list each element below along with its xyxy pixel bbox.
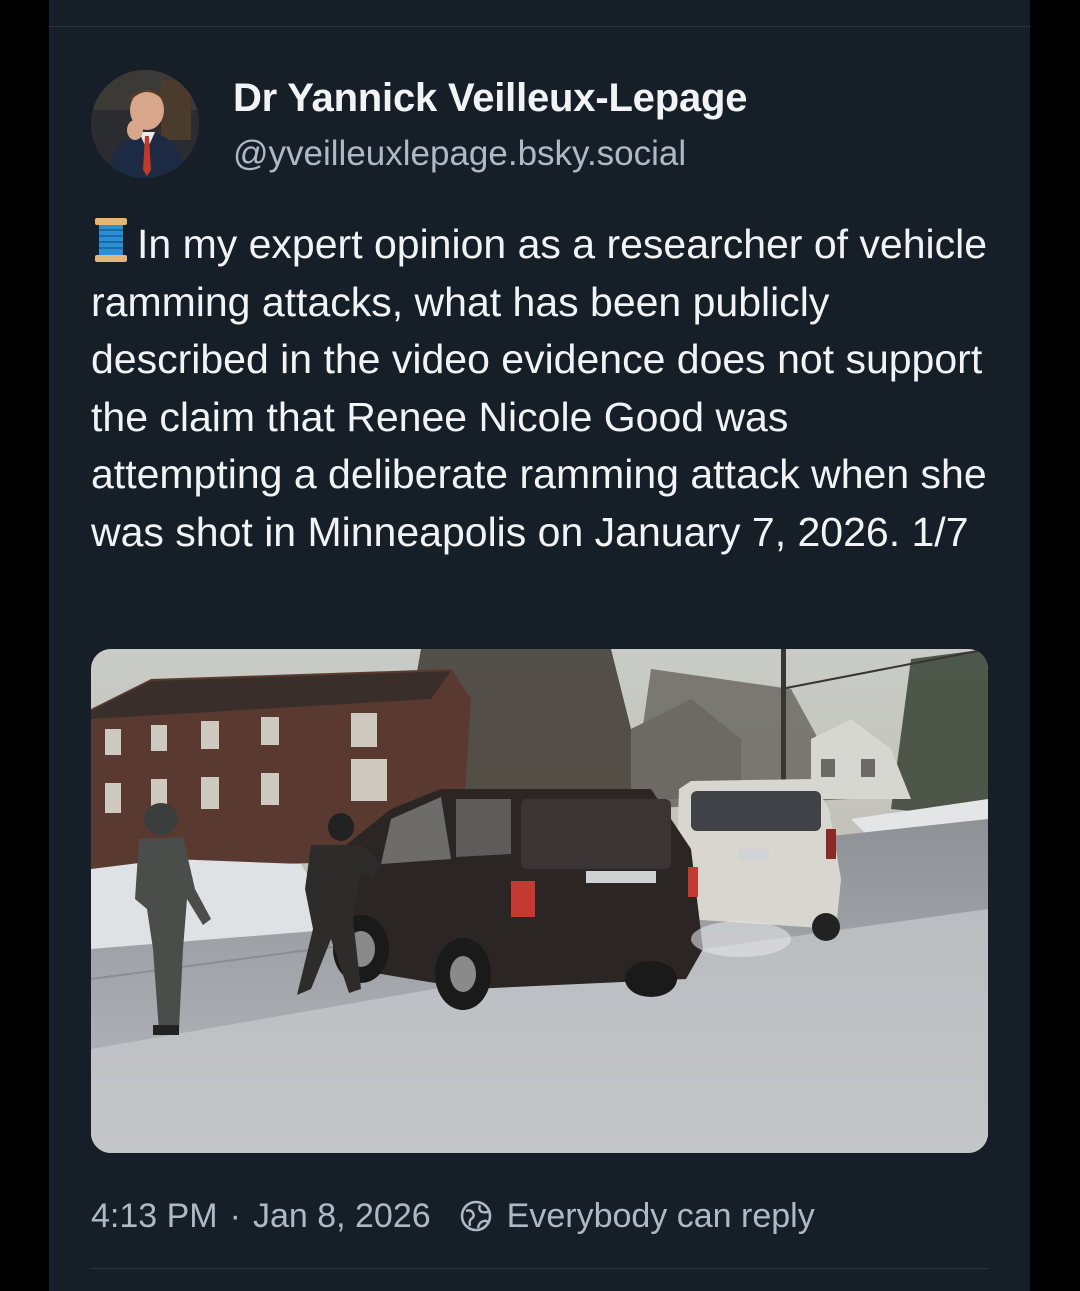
post-body: In my expert opinion as a researcher of … (91, 216, 991, 561)
avatar[interactable] (91, 70, 199, 178)
top-divider (49, 26, 1030, 27)
bottom-divider (91, 1268, 988, 1269)
globe-icon (459, 1199, 493, 1233)
post-time[interactable]: 4:13 PM (91, 1197, 218, 1236)
spool-of-thread-icon (91, 216, 131, 264)
street-scene-image (91, 649, 988, 1153)
post-card: Dr Yannick Veilleux-Lepage @yveilleuxlep… (49, 0, 1030, 1291)
author-handle[interactable]: @yveilleuxlepage.bsky.social (233, 134, 686, 174)
avatar-image (91, 70, 199, 178)
post-text: In my expert opinion as a researcher of … (91, 221, 988, 555)
reply-setting[interactable]: Everybody can reply (507, 1197, 815, 1236)
author-display-name[interactable]: Dr Yannick Veilleux-Lepage (233, 76, 747, 121)
post-image[interactable] (91, 649, 988, 1153)
post-date[interactable]: Jan 8, 2026 (253, 1197, 431, 1236)
meta-separator: · (229, 1196, 241, 1235)
post-meta: 4:13 PM · Jan 8, 2026 Everybody can repl… (91, 1196, 815, 1236)
